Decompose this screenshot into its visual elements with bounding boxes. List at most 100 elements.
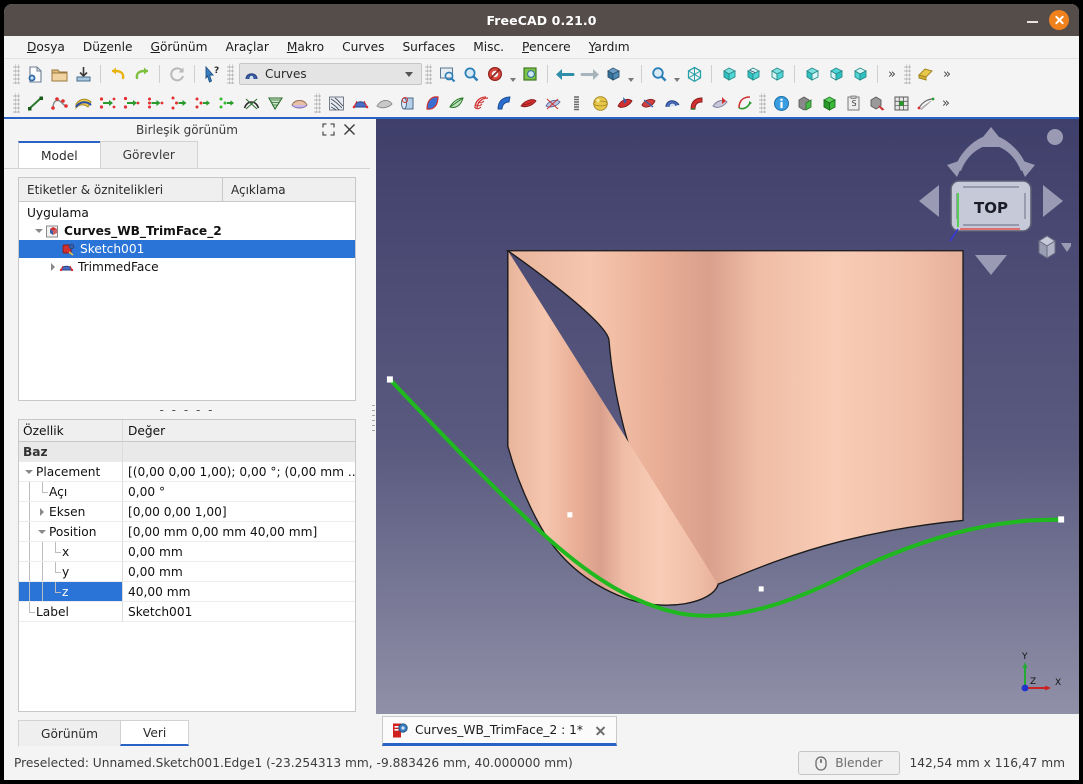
bottom-view-icon[interactable] (824, 62, 848, 86)
top-view-icon[interactable] (741, 62, 765, 86)
navigation-style-button[interactable]: Blender (798, 751, 900, 775)
curve-extend-icon[interactable] (215, 91, 239, 115)
interpolate-icon[interactable] (167, 91, 191, 115)
navigation-cube[interactable]: TOP (911, 121, 1071, 281)
macro-icon[interactable] (914, 62, 938, 86)
segment-surface-icon[interactable] (468, 91, 492, 115)
property-value[interactable]: 0,00 mm (123, 562, 355, 582)
ruled-surface-icon[interactable] (492, 91, 516, 115)
refresh-icon[interactable] (165, 62, 189, 86)
box-selection-icon[interactable] (518, 62, 542, 86)
tree-column-labels[interactable]: Etiketler & öznitelikleri (19, 178, 223, 202)
flatten-face-icon[interactable] (372, 91, 396, 115)
zebra-stripes-icon[interactable] (612, 91, 636, 115)
rear-view-icon[interactable] (800, 62, 824, 86)
minimize-icon[interactable] (1026, 14, 1039, 27)
toolbar-grip[interactable] (903, 64, 911, 84)
open-document-icon[interactable] (47, 62, 71, 86)
toolbar-grip[interactable] (314, 93, 321, 113)
menu-item-gorunum[interactable]: Görünüm (142, 38, 217, 56)
bezier-curve-icon[interactable] (47, 91, 71, 115)
fit-all-icon[interactable] (435, 62, 459, 86)
tree-root-application[interactable]: Uygulama (19, 204, 355, 222)
menu-item-pencere[interactable]: Pencere (513, 38, 580, 56)
tab-gorunum[interactable]: Görünüm (18, 720, 121, 746)
fit-selection-icon[interactable] (459, 62, 483, 86)
gordon-surface-icon[interactable] (71, 91, 95, 115)
tree-item-sketch001[interactable]: Sketch001 (19, 240, 355, 258)
tree-item-trimmedface[interactable]: TrimmedFace (19, 258, 355, 276)
solid-box-icon[interactable] (817, 91, 841, 115)
close-icon[interactable] (594, 724, 607, 737)
panel-splitter-handle[interactable]: - - - - - (4, 401, 370, 419)
nurbs-icon[interactable] (913, 91, 937, 115)
save-document-icon[interactable] (71, 62, 95, 86)
trim-face-icon[interactable] (516, 91, 540, 115)
mixed-curve-icon[interactable] (732, 91, 756, 115)
close-icon[interactable] (1049, 10, 1069, 30)
property-column-value[interactable]: Değer (123, 420, 355, 442)
property-value[interactable]: [(0,00 0,00 1,00); 0,00 °; (0,00 mm ... (123, 462, 355, 482)
left-view-icon[interactable] (848, 62, 872, 86)
parametric-blend-icon[interactable] (191, 91, 215, 115)
property-value[interactable]: [0,00 mm 0,00 mm 40,00 mm] (123, 522, 355, 542)
menu-item-araclar[interactable]: Araçlar (216, 38, 277, 56)
new-document-icon[interactable] (23, 62, 47, 86)
menu-item-curves[interactable]: Curves (333, 38, 393, 56)
shape-info-icon[interactable] (865, 91, 889, 115)
close-icon[interactable] (343, 121, 356, 140)
clipboard-icon[interactable]: S (841, 91, 865, 115)
toolbar-grip[interactable] (13, 64, 20, 84)
pipe-icon[interactable] (684, 91, 708, 115)
chevron-down-icon[interactable] (507, 63, 518, 85)
document-tab[interactable]: Curves_WB_TrimFace_2 : 1* (382, 716, 617, 746)
property-row-placement[interactable]: Placement [(0,00 0,00 1,00); 0,00 °; (0,… (19, 462, 355, 482)
toolbar-grip[interactable] (227, 64, 234, 84)
toolbar-overflow-button[interactable]: » (937, 96, 955, 111)
toolbar-grip[interactable] (425, 64, 432, 84)
property-row-y[interactable]: y 0,00 mm (19, 562, 355, 582)
chevron-down-icon[interactable] (405, 71, 413, 77)
toolbar-overflow-button[interactable]: » (883, 67, 901, 82)
front-view-icon[interactable] (717, 62, 741, 86)
menu-item-misc[interactable]: Misc. (464, 38, 513, 56)
tab-gorevler[interactable]: Görevler (99, 141, 198, 168)
sweep2rails-icon[interactable] (420, 91, 444, 115)
face-map-icon[interactable] (660, 91, 684, 115)
tree-column-description[interactable]: Açıklama (223, 178, 355, 202)
curve-control-point[interactable] (567, 512, 573, 518)
menu-item-makro[interactable]: Makro (278, 38, 333, 56)
draw-style-icon[interactable] (483, 62, 507, 86)
restore-icon[interactable] (322, 121, 335, 140)
sketch-on-surface-icon[interactable] (263, 91, 287, 115)
chevron-down-icon[interactable] (36, 522, 49, 541)
property-column-name[interactable]: Özellik (19, 420, 123, 442)
chevron-down-icon[interactable] (23, 462, 36, 481)
property-row-label[interactable]: Label Sketch001 (19, 602, 355, 622)
isocurve-icon[interactable] (324, 91, 348, 115)
line-icon[interactable] (23, 91, 47, 115)
property-row-position[interactable]: Position [0,00 mm 0,00 mm 40,00 mm] (19, 522, 355, 542)
sphere-icon[interactable] (588, 91, 612, 115)
join-curve-icon[interactable] (95, 91, 119, 115)
forward-arrow-icon[interactable] (577, 62, 601, 86)
pipeshell-icon[interactable] (396, 91, 420, 115)
3d-viewport[interactable]: TOP X Y Z (376, 119, 1079, 714)
solid-from-shell-icon[interactable] (636, 91, 660, 115)
compression-spring-icon[interactable] (564, 91, 588, 115)
menu-item-duzenle[interactable]: Düzenle (74, 38, 142, 56)
whats-this-icon[interactable]: ? (200, 62, 224, 86)
property-row-aci[interactable]: Açı 0,00 ° (19, 482, 355, 502)
curve-on-surface-icon[interactable] (239, 91, 263, 115)
menu-item-dosya[interactable]: Dosya (18, 38, 74, 56)
property-value[interactable]: Sketch001 (123, 602, 355, 622)
tab-veri[interactable]: Veri (119, 720, 190, 746)
undo-icon[interactable] (106, 62, 130, 86)
surface-patch-icon[interactable] (287, 91, 311, 115)
blend-surface-icon[interactable] (348, 91, 372, 115)
discretize-icon[interactable] (119, 91, 143, 115)
property-value[interactable]: 0,00 ° (123, 482, 355, 502)
approximate-icon[interactable] (143, 91, 167, 115)
menu-item-surfaces[interactable]: Surfaces (393, 38, 464, 56)
property-row-x[interactable]: x 0,00 mm (19, 542, 355, 562)
